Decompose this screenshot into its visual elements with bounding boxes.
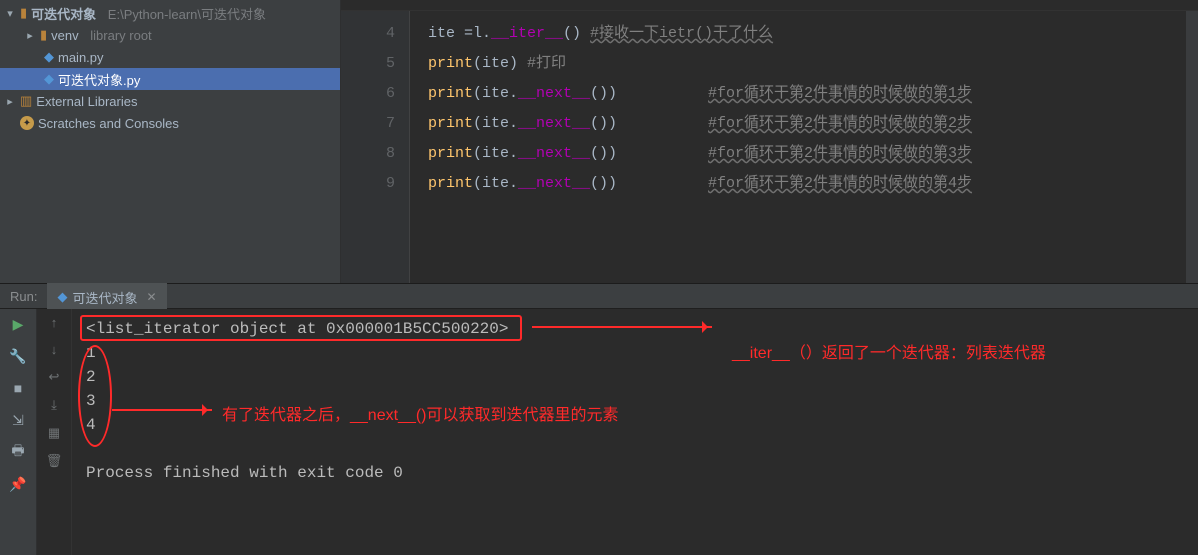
code-area[interactable]: ite =l.__iter__() #接收一下ietr()干了什么 print(… bbox=[410, 11, 1198, 283]
line-number: 5 bbox=[341, 49, 395, 79]
python-file-icon: ◆ bbox=[44, 49, 54, 65]
soft-wrap-icon[interactable]: ↩ bbox=[49, 369, 60, 385]
chevron-down-icon[interactable]: ▾ bbox=[4, 7, 16, 20]
editor[interactable]: 4 5 6 7 8 9 ite =l.__iter__() #接收一下ietr(… bbox=[341, 0, 1198, 283]
editor-top-border bbox=[341, 0, 1198, 11]
annotation-text-next: 有了迭代器之后，__next__()可以获取到迭代器里的元素 bbox=[222, 401, 619, 425]
code-line[interactable]: print(ite.__next__())#for循环干第2件事情的时候做的第2… bbox=[410, 109, 1198, 139]
scratches-label: Scratches and Consoles bbox=[38, 116, 179, 131]
up-icon[interactable]: ↑ bbox=[51, 315, 58, 330]
down-icon[interactable]: ↓ bbox=[51, 342, 58, 357]
line-number: 4 bbox=[341, 19, 395, 49]
console-line: 1 bbox=[86, 344, 96, 362]
pin-icon[interactable]: 📌 bbox=[9, 475, 27, 493]
folder-icon: ▮ bbox=[20, 5, 27, 21]
venv-label: venv bbox=[51, 28, 78, 43]
console-line: 4 bbox=[86, 416, 96, 434]
tree-external-libraries[interactable]: ▸ ▥ External Libraries bbox=[0, 90, 340, 112]
editor-gutter: 4 5 6 7 8 9 bbox=[341, 11, 410, 283]
tree-venv[interactable]: ▸ ▮ venv library root bbox=[0, 24, 340, 46]
top-area: ▾ ▮ 可迭代对象 E:\Python-learn\可迭代对象 ▸ ▮ venv… bbox=[0, 0, 1198, 284]
file-current-label: 可迭代对象.py bbox=[58, 70, 140, 89]
annotation-arrow-next bbox=[112, 409, 212, 411]
folder-icon: ▮ bbox=[40, 27, 47, 43]
console-line: 3 bbox=[86, 392, 96, 410]
trash-icon[interactable]: 🗑 bbox=[46, 453, 63, 469]
line-number: 6 bbox=[341, 79, 395, 109]
rerun-icon[interactable]: ▶ bbox=[9, 315, 27, 333]
project-root-name: 可迭代对象 bbox=[31, 4, 96, 23]
chevron-right-icon[interactable]: ▸ bbox=[4, 95, 16, 108]
python-file-icon: ◆ bbox=[44, 71, 54, 87]
tree-file-current[interactable]: ◆ 可迭代对象.py bbox=[0, 68, 340, 90]
filter-icon[interactable]: ▦ bbox=[48, 425, 60, 441]
run-toolbar-steps: ↑ ↓ ↩ ⤓ ▦ 🗑 bbox=[37, 309, 72, 555]
python-file-icon: ◆ bbox=[57, 289, 67, 305]
annotation-text-iter: __iter__（）返回了一个迭代器：列表迭代器 bbox=[732, 339, 1046, 363]
ext-lib-label: External Libraries bbox=[36, 94, 137, 109]
code-line[interactable]: print(ite) #打印 bbox=[410, 49, 1198, 79]
editor-scrollbar[interactable] bbox=[1186, 11, 1198, 283]
file-main-label: main.py bbox=[58, 50, 104, 65]
run-label: Run: bbox=[0, 289, 47, 304]
line-number: 8 bbox=[341, 139, 395, 169]
tree-file-main[interactable]: ◆ main.py bbox=[0, 46, 340, 68]
tree-project-root[interactable]: ▾ ▮ 可迭代对象 E:\Python-learn\可迭代对象 bbox=[0, 2, 340, 24]
step-out-icon[interactable]: ⇲ bbox=[9, 411, 27, 429]
run-tab[interactable]: ◆ 可迭代对象 ✕ bbox=[47, 283, 166, 309]
console-text[interactable]: <list_iterator object at 0x000001B5CC500… bbox=[72, 309, 1198, 485]
console-output[interactable]: <list_iterator object at 0x000001B5CC500… bbox=[72, 309, 1198, 555]
annotation-arrow-iter bbox=[532, 326, 712, 328]
run-header: Run: ◆ 可迭代对象 ✕ bbox=[0, 284, 1198, 309]
wrench-icon[interactable]: 🔧 bbox=[9, 347, 27, 365]
line-number: 7 bbox=[341, 109, 395, 139]
code-line[interactable]: print(ite.__next__())#for循环干第2件事情的时候做的第3… bbox=[410, 139, 1198, 169]
run-toolbar-left: ▶ 🔧 ■ ⇲ 🖶 📌 bbox=[0, 309, 37, 555]
run-tab-label: 可迭代对象 bbox=[72, 288, 137, 307]
project-tree[interactable]: ▾ ▮ 可迭代对象 E:\Python-learn\可迭代对象 ▸ ▮ venv… bbox=[0, 0, 341, 283]
run-tool-window: Run: ◆ 可迭代对象 ✕ ▶ 🔧 ■ ⇲ 🖶 📌 ↑ ↓ ↩ ⤓ ▦ 🗑 <… bbox=[0, 284, 1198, 555]
venv-hint: library root bbox=[90, 28, 151, 43]
code-line[interactable]: print(ite.__next__())#for循环干第2件事情的时候做的第1… bbox=[410, 79, 1198, 109]
close-icon[interactable]: ✕ bbox=[146, 290, 156, 304]
stop-icon[interactable]: ■ bbox=[9, 379, 27, 397]
console-exit-line: Process finished with exit code 0 bbox=[86, 464, 403, 482]
run-body: ▶ 🔧 ■ ⇲ 🖶 📌 ↑ ↓ ↩ ⤓ ▦ 🗑 <list_iterator o… bbox=[0, 309, 1198, 555]
line-number: 9 bbox=[341, 169, 395, 199]
tree-scratches[interactable]: ✦ Scratches and Consoles bbox=[0, 112, 340, 134]
print-icon[interactable]: 🖶 bbox=[9, 443, 27, 461]
editor-body[interactable]: 4 5 6 7 8 9 ite =l.__iter__() #接收一下ietr(… bbox=[341, 11, 1198, 283]
scratches-icon: ✦ bbox=[20, 116, 34, 130]
code-line[interactable]: ite =l.__iter__() #接收一下ietr()干了什么 bbox=[410, 19, 1198, 49]
libraries-icon: ▥ bbox=[20, 93, 32, 109]
code-line[interactable]: print(ite.__next__())#for循环干第2件事情的时候做的第4… bbox=[410, 169, 1198, 199]
project-root-path: E:\Python-learn\可迭代对象 bbox=[108, 4, 266, 23]
scroll-end-icon[interactable]: ⤓ bbox=[51, 397, 57, 413]
console-line: 2 bbox=[86, 368, 96, 386]
console-line: <list_iterator object at 0x000001B5CC500… bbox=[86, 320, 508, 338]
chevron-right-icon[interactable]: ▸ bbox=[24, 29, 36, 42]
